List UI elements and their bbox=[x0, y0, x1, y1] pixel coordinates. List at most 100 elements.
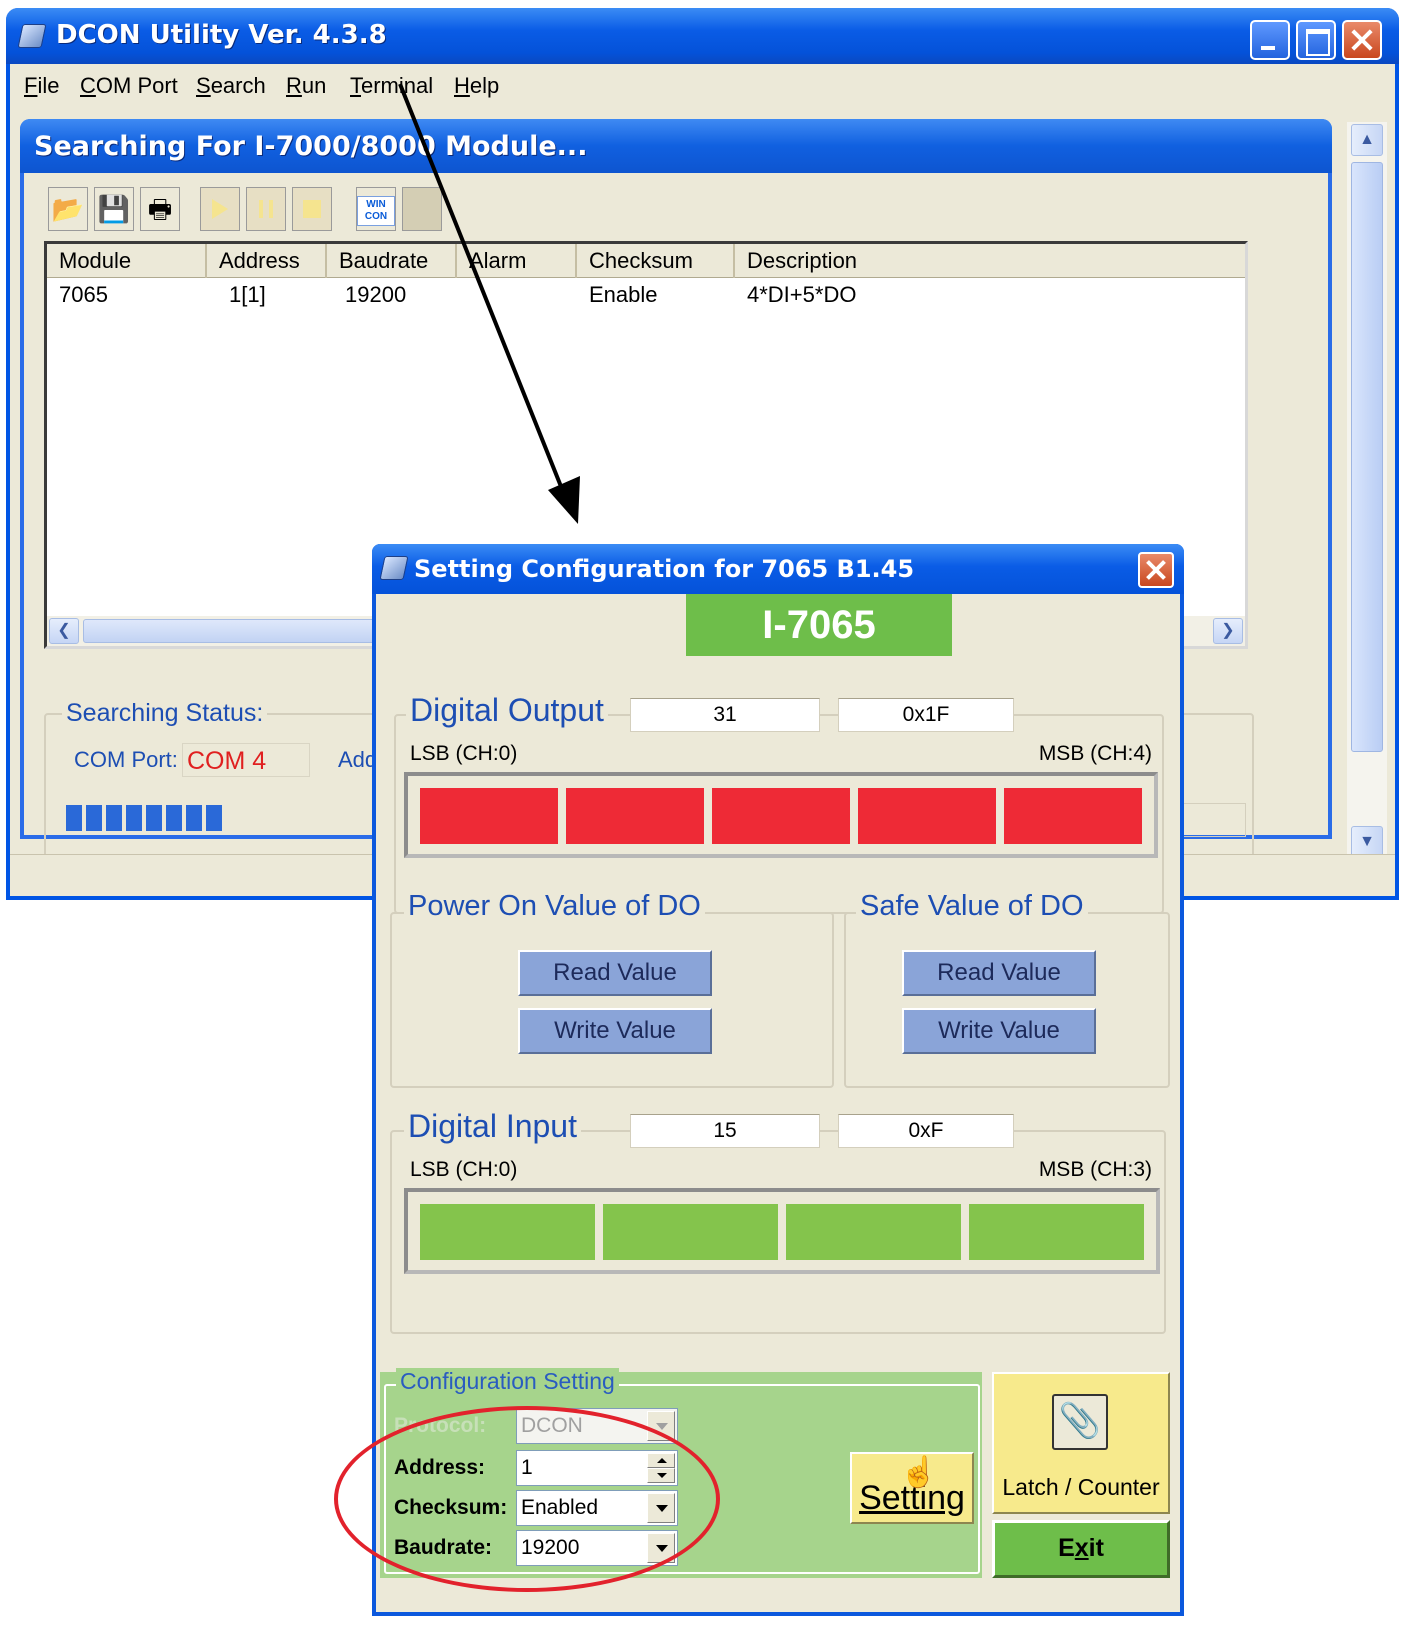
main-vertical-scrollbar[interactable]: ▲ ▼ bbox=[1347, 122, 1387, 862]
bit-indicator-ch3[interactable] bbox=[969, 1204, 1144, 1260]
pause-icon[interactable] bbox=[246, 187, 286, 231]
wincon-icon[interactable]: WIN CON bbox=[356, 187, 396, 231]
latch-counter-button[interactable]: 📎 Latch / Counter bbox=[992, 1372, 1170, 1514]
column-header-checksum[interactable]: Checksum bbox=[577, 244, 735, 278]
safe-value-write-button[interactable]: Write Value bbox=[902, 1008, 1096, 1054]
setting-button[interactable]: ☝ Setting bbox=[850, 1452, 974, 1524]
di-hex-field[interactable]: 0xF bbox=[838, 1114, 1014, 1148]
dialog-app-icon bbox=[379, 556, 409, 580]
do-lsb-label: LSB (CH:0) bbox=[410, 742, 518, 765]
di-decimal-field[interactable]: 15 bbox=[630, 1114, 820, 1148]
cell-description: 4*DI+5*DO bbox=[747, 282, 857, 307]
print-icon[interactable]: 🖶 bbox=[140, 187, 180, 231]
app-icon bbox=[17, 24, 47, 48]
power-on-value-group bbox=[390, 912, 834, 1088]
vscroll-thumb[interactable] bbox=[1351, 162, 1383, 752]
cell-checksum: Enable bbox=[589, 282, 658, 307]
stop-icon[interactable] bbox=[292, 187, 332, 231]
main-titlebar[interactable]: DCON Utility Ver. 4.3.8 bbox=[6, 8, 1399, 64]
address-stepper[interactable]: 1 bbox=[516, 1450, 678, 1486]
dialog-titlebar[interactable]: Setting Configuration for 7065 B1.45 bbox=[372, 544, 1184, 594]
column-header-alarm[interactable]: Alarm bbox=[457, 244, 577, 278]
chevron-down-icon[interactable] bbox=[647, 1533, 675, 1563]
column-header-description[interactable]: Description bbox=[735, 244, 1245, 278]
bit-indicator-ch1[interactable] bbox=[603, 1204, 778, 1260]
menu-com-port[interactable]: COM Port bbox=[80, 73, 178, 99]
bit-indicator-ch3[interactable] bbox=[858, 788, 996, 844]
spin-up-icon[interactable] bbox=[647, 1453, 675, 1468]
baudrate-select[interactable]: 19200 bbox=[516, 1530, 678, 1566]
main-window-title: DCON Utility Ver. 4.3.8 bbox=[56, 20, 387, 50]
menu-terminal[interactable]: Terminal bbox=[350, 73, 433, 99]
maximize-button[interactable] bbox=[1296, 20, 1336, 60]
address-stepper-value: 1 bbox=[521, 1456, 533, 1479]
bit-indicator-ch0[interactable] bbox=[420, 1204, 595, 1260]
digital-input-legend: Digital Input bbox=[404, 1108, 581, 1145]
cell-module: 7065 bbox=[59, 282, 108, 307]
protocol-label: Protocol: bbox=[394, 1414, 487, 1437]
latch-counter-label: Latch / Counter bbox=[1002, 1474, 1160, 1500]
column-header-module[interactable]: Module bbox=[47, 244, 207, 278]
safe-value-legend: Safe Value of DO bbox=[856, 890, 1088, 923]
play-icon[interactable] bbox=[200, 187, 240, 231]
bit-indicator-ch4[interactable] bbox=[1004, 788, 1142, 844]
menu-run[interactable]: Run bbox=[286, 73, 326, 99]
cell-baudrate: 19200 bbox=[345, 282, 407, 307]
power-on-legend: Power On Value of DO bbox=[404, 890, 705, 923]
safe-value-read-button[interactable]: Read Value bbox=[902, 950, 1096, 996]
column-header-address[interactable]: Address bbox=[207, 244, 327, 278]
safe-value-group bbox=[844, 912, 1170, 1088]
close-button[interactable] bbox=[1342, 20, 1382, 60]
cell-address: 1[1] bbox=[229, 282, 266, 307]
status-com-value: COM 4 bbox=[182, 743, 310, 777]
paperclip-icon: 📎 bbox=[1052, 1394, 1108, 1450]
menu-help[interactable]: Help bbox=[454, 73, 499, 99]
checksum-label: Checksum: bbox=[394, 1496, 508, 1519]
menu-search[interactable]: Search bbox=[196, 73, 266, 99]
address-label: Address: bbox=[394, 1456, 486, 1479]
do-bit-tray bbox=[404, 772, 1158, 858]
bit-indicator-ch1[interactable] bbox=[566, 788, 704, 844]
protocol-select-value: DCON bbox=[521, 1414, 583, 1437]
checksum-select[interactable]: Enabled bbox=[516, 1490, 678, 1526]
exit-label-part: E bbox=[1058, 1534, 1075, 1562]
bit-indicator-ch2[interactable] bbox=[786, 1204, 961, 1260]
do-hex-field[interactable]: 0x1F bbox=[838, 698, 1014, 732]
dialog-title: Setting Configuration for 7065 B1.45 bbox=[414, 555, 915, 583]
di-bit-tray bbox=[404, 1188, 1160, 1274]
scroll-right-icon[interactable]: ❯ bbox=[1213, 618, 1243, 644]
checksum-select-value: Enabled bbox=[521, 1496, 599, 1519]
menu-file[interactable]: File bbox=[24, 73, 59, 99]
column-header-baudrate[interactable]: Baudrate bbox=[327, 244, 457, 278]
do-decimal-field[interactable]: 31 bbox=[630, 698, 820, 732]
setting-configuration-dialog: Setting Configuration for 7065 B1.45 I-7… bbox=[372, 544, 1184, 1616]
dialog-close-button[interactable] bbox=[1138, 552, 1174, 588]
chevron-down-icon[interactable] bbox=[647, 1493, 675, 1523]
child-window-title: Searching For I-7000/8000 Module... bbox=[34, 131, 588, 162]
bit-indicator-ch0[interactable] bbox=[420, 788, 558, 844]
power-on-read-button[interactable]: Read Value bbox=[518, 950, 712, 996]
configuration-legend: Configuration Setting bbox=[396, 1368, 619, 1395]
bit-indicator-ch2[interactable] bbox=[712, 788, 850, 844]
minimize-button[interactable] bbox=[1250, 20, 1290, 60]
open-folder-icon[interactable]: 📂 bbox=[48, 187, 88, 231]
child-titlebar[interactable]: Searching For I-7000/8000 Module... bbox=[20, 119, 1332, 173]
status-com-label: COM Port: bbox=[74, 747, 178, 772]
exit-button[interactable]: Exit bbox=[992, 1520, 1170, 1578]
power-on-write-button[interactable]: Write Value bbox=[518, 1008, 712, 1054]
scroll-up-icon[interactable]: ▲ bbox=[1351, 124, 1383, 156]
hscroll-thumb[interactable] bbox=[83, 619, 383, 643]
digital-output-legend: Digital Output bbox=[406, 692, 608, 729]
save-icon[interactable]: 💾 bbox=[94, 187, 134, 231]
scroll-left-icon[interactable]: ❮ bbox=[49, 618, 79, 644]
do-msb-label: MSB (CH:4) bbox=[1038, 742, 1152, 765]
list-header: Module Address Baudrate Alarm Checksum D… bbox=[47, 244, 1245, 278]
exit-label-part: it bbox=[1088, 1534, 1104, 1562]
protocol-select: DCON bbox=[516, 1408, 678, 1444]
exit-label-accel: x bbox=[1074, 1534, 1089, 1562]
blank-icon[interactable] bbox=[402, 187, 442, 231]
di-lsb-label: LSB (CH:0) bbox=[410, 1158, 518, 1181]
spin-down-icon[interactable] bbox=[647, 1468, 675, 1483]
baudrate-select-value: 19200 bbox=[521, 1536, 580, 1559]
status-legend: Searching Status: bbox=[62, 699, 268, 728]
